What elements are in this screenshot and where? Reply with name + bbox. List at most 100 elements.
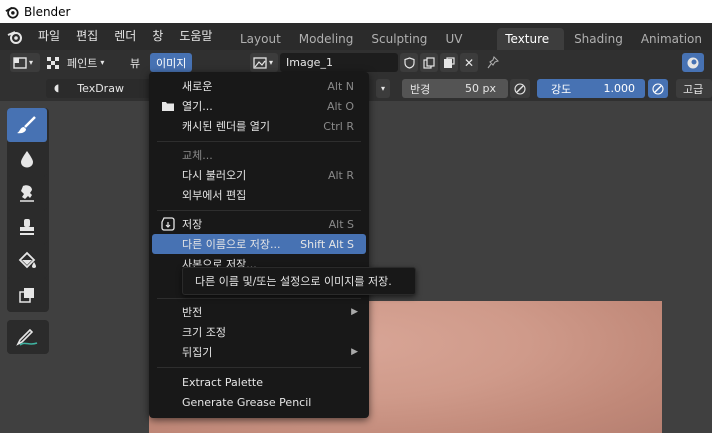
image-editor-icon <box>13 56 27 69</box>
folder-icon <box>158 96 178 116</box>
menu-item-save[interactable]: 저장 Alt S <box>152 214 366 234</box>
blank-icon <box>158 116 178 136</box>
advanced-label: 고급 <box>683 82 704 96</box>
tooltip-text: 다른 이름 및/또는 설정으로 이미지를 저장. <box>195 275 392 288</box>
menu-item-extract-palette[interactable]: Extract Palette <box>152 372 366 392</box>
menu-item-save-as[interactable]: 다른 이름으로 저장... Shift Alt S <box>152 234 366 254</box>
menu-item-label: 새로운 <box>182 80 213 93</box>
editor-type-dropdown[interactable]: ▾ <box>10 53 40 72</box>
submenu-arrow-icon: ▶ <box>351 307 358 317</box>
new-image-icon[interactable] <box>440 53 458 72</box>
menu-item-label: 다시 불러오기 <box>182 169 247 182</box>
fake-user-shield-icon[interactable] <box>400 53 418 72</box>
menu-item-new[interactable]: 새로운 Alt N <box>152 76 366 96</box>
blank-icon <box>158 302 178 322</box>
chevron-down-icon: ▾ <box>380 84 385 93</box>
chevron-down-icon: ▾ <box>269 58 274 67</box>
menu-item-replace[interactable]: 교체... <box>152 145 366 165</box>
annotate-tools-group <box>7 320 49 354</box>
annotate-tool[interactable] <box>7 320 47 354</box>
blender-logo-icon <box>5 6 19 19</box>
annotate-pencil-icon <box>16 328 38 346</box>
image-name-field[interactable]: Image_1 <box>280 53 398 72</box>
menu-item-shortcut: Ctrl R <box>323 119 354 133</box>
menu-item-open[interactable]: 열기... Alt O <box>152 96 366 116</box>
brush-icon: ◖ <box>54 83 60 94</box>
image-menu-label: 이미지 <box>156 56 187 70</box>
menu-window[interactable]: 창 <box>144 23 171 50</box>
window-titlebar: Blender <box>0 0 712 23</box>
mode-dropdown[interactable]: 페인트 ▾ <box>46 53 118 72</box>
paint-tools-group <box>7 108 49 312</box>
brush-dropdown[interactable]: ▾ <box>376 79 390 98</box>
brush-selector[interactable]: ◖ TexDraw <box>46 79 152 98</box>
menu-item-label: 다른 이름으로 저장... <box>182 238 281 251</box>
strength-pressure-icon[interactable] <box>648 79 668 98</box>
menu-item-invert[interactable]: 반전 ▶ <box>152 302 366 322</box>
menu-item-open-cached-render[interactable]: 캐시된 렌더를 열기 Ctrl R <box>152 116 366 136</box>
brush-draw-icon <box>17 116 36 134</box>
blank-icon <box>158 76 178 96</box>
bucket-icon <box>18 251 36 269</box>
tab-modeling[interactable]: Modeling <box>291 28 362 50</box>
duplicate-icon[interactable] <box>420 53 438 72</box>
blank-icon <box>158 322 178 342</box>
overlay-toggle-icon[interactable] <box>682 53 704 72</box>
radius-pressure-icon[interactable] <box>510 79 530 98</box>
blender-menu-icon[interactable] <box>0 23 30 50</box>
menu-render[interactable]: 렌더 <box>106 23 144 50</box>
tab-shading[interactable]: Shading <box>566 28 631 50</box>
strength-value: 1.000 <box>603 82 636 95</box>
image-name: Image_1 <box>286 56 333 69</box>
tab-animation[interactable]: Animation <box>633 28 710 50</box>
tab-layout[interactable]: Layout <box>232 28 289 50</box>
menu-item-label: 열기... <box>182 100 213 113</box>
tab-sculpting[interactable]: Sculpting <box>363 28 435 50</box>
menu-help[interactable]: 도움말 <box>171 23 220 50</box>
drop-icon <box>21 151 33 168</box>
strength-label: 강도 <box>551 82 572 96</box>
radius-slider[interactable]: 반경 50 px <box>402 79 508 98</box>
menu-item-flip[interactable]: 뒤집기 ▶ <box>152 342 366 362</box>
unlink-close-icon[interactable]: ✕ <box>460 53 478 72</box>
stamp-icon <box>20 219 34 235</box>
blank-icon <box>158 372 178 392</box>
window-title: Blender <box>24 4 71 19</box>
menu-item-label: 외부에서 편집 <box>182 189 247 202</box>
tool-shelf <box>7 108 49 354</box>
menu-item-resize[interactable]: 크기 조정 <box>152 322 366 342</box>
chevron-down-icon: ▾ <box>100 58 105 67</box>
strength-slider[interactable]: 강도 1.000 <box>537 79 645 98</box>
blank-icon <box>158 185 178 205</box>
image-browse-dropdown[interactable]: ▾ <box>250 53 278 72</box>
pin-icon[interactable] <box>484 53 502 72</box>
view-menu[interactable]: 뷰 <box>128 53 142 72</box>
menu-item-reload[interactable]: 다시 불러오기 Alt R <box>152 165 366 185</box>
radius-value: 50 px <box>465 82 496 95</box>
menu-item-shortcut: Alt N <box>327 79 354 93</box>
tab-uv-editing[interactable]: UV Editing <box>437 28 495 68</box>
menu-separator <box>157 141 361 142</box>
blank-icon <box>158 165 178 185</box>
blank-icon <box>158 145 178 165</box>
tab-texture-paint[interactable]: Texture Paint <box>497 28 565 68</box>
menu-item-shortcut: Alt S <box>328 217 354 231</box>
fill-tool[interactable] <box>7 244 47 278</box>
radius-label: 반경 <box>410 82 431 96</box>
menu-item-generate-grease-pencil[interactable]: Generate Grease Pencil <box>152 392 366 412</box>
clone-tool[interactable] <box>7 210 47 244</box>
menu-file[interactable]: 파일 <box>30 23 68 50</box>
menu-item-edit-externally[interactable]: 외부에서 편집 <box>152 185 366 205</box>
menu-separator <box>157 367 361 368</box>
smear-tool[interactable] <box>7 176 47 210</box>
menu-edit[interactable]: 편집 <box>68 23 106 50</box>
soften-tool[interactable] <box>7 142 47 176</box>
advanced-panel[interactable]: 고급 <box>676 79 712 98</box>
draw-tool[interactable] <box>7 108 47 142</box>
image-menu[interactable]: 이미지 <box>150 53 193 72</box>
menu-item-shortcut: Shift Alt S <box>300 237 354 251</box>
menu-item-shortcut: Alt O <box>326 99 354 113</box>
top-bar: 파일 편집 렌더 창 도움말 Layout Modeling Sculpting… <box>0 23 712 68</box>
mask-tool[interactable] <box>7 278 47 312</box>
chevron-down-icon: ▾ <box>29 58 34 67</box>
